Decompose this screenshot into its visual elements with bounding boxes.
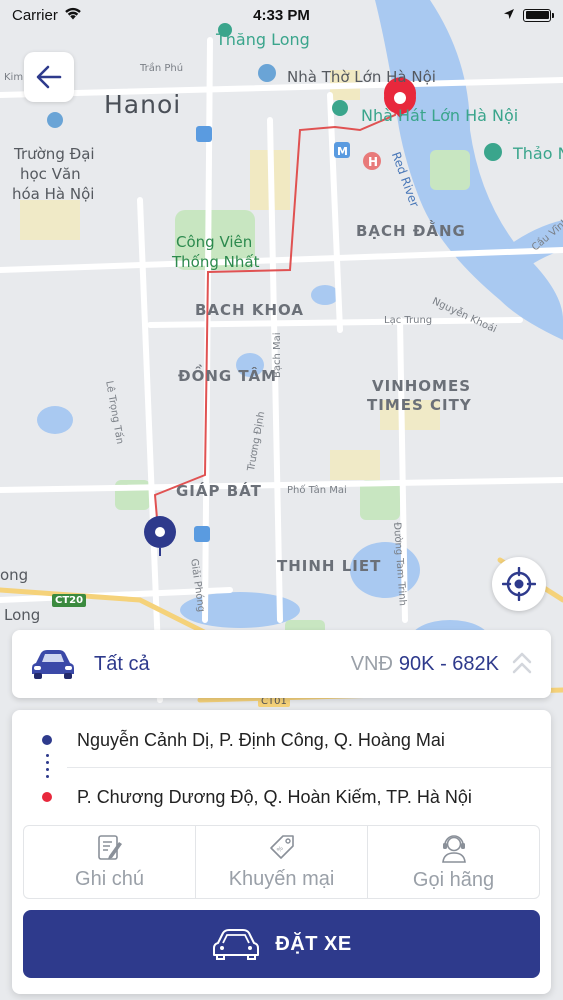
map-poi-nha-hat: Nhà Hát Lớn Hà Nội [361,106,519,125]
map-street-lac-trung: Lạc Trung [384,315,433,326]
wifi-icon [64,7,82,24]
church-icon [258,64,276,82]
destination-dot-icon [42,792,52,802]
map-district-vinhomes: VINHOMES [372,377,472,395]
promo-button[interactable]: % Khuyến mại [195,826,367,898]
destination-address: P. Chương Dương Độ, Q. Hoàn Kiếm, TP. Hà… [77,786,472,807]
svg-text:%: % [275,844,284,853]
origin-address-row[interactable]: Nguyễn Cảnh Dị, P. Định Công, Q. Hoàng M… [12,712,551,768]
vehicle-type-selector[interactable]: Tất cả VNĐ 90K - 682K [12,630,551,698]
status-bar: Carrier 4:33 PM [0,0,563,30]
price-estimate: VNĐ 90K - 682K [351,653,499,676]
trip-actions: Ghi chú % Khuyến mại Gọi hãng [23,825,540,899]
bus-stop-icon [196,126,212,142]
location-arrow-icon [503,7,515,24]
map-poi-cong-vien-1: Công Viên [176,233,253,251]
destination-address-row[interactable]: P. Chương Dương Độ, Q. Hoàn Kiếm, TP. Hà… [12,769,551,825]
origin-dot-icon [42,735,52,745]
book-ride-label: ĐẶT XE [275,932,352,955]
back-arrow-icon [36,65,62,89]
trip-panel: Nguyễn Cảnh Dị, P. Định Công, Q. Hoàng M… [12,710,551,994]
support-agent-icon [441,834,466,863]
car-outline-icon [213,929,260,960]
battery-icon [523,8,554,22]
map-street-bach-mai: Bạch Mai [272,332,283,378]
car-icon [32,650,74,679]
map-road-ct20: CT20 [52,594,87,607]
vehicle-type-label: Tất cả [94,652,150,675]
metro-icon: M [334,142,350,158]
book-ride-button[interactable]: ĐẶT XE [23,910,540,978]
call-operator-button[interactable]: Gọi hãng [367,826,539,898]
hospital-icon: H [363,152,381,170]
chevron-up-icon [512,652,532,674]
park-icon [484,143,502,161]
map-poi-thang-long: Thăng Long [216,30,310,49]
map-district-thinh-liet: THINH LIET [277,557,382,575]
map-street-pho-tan-mai: Phố Tân Mai [287,485,347,496]
currency-label: VNĐ [350,652,393,675]
map-district-times-city: TIMES CITY [367,396,472,414]
origin-address: Nguyễn Cảnh Dị, P. Định Công, Q. Hoàng M… [77,729,445,750]
map-poi-long-2: Long [4,606,41,624]
promo-label: Khuyến mại [228,867,335,890]
promo-tag-icon: % [269,834,294,859]
locate-me-button[interactable] [492,557,546,611]
map-poi-truong-3: hóa Hà Nội [12,185,95,203]
map-city-label: Hanoi [104,90,182,119]
map-poi-nha-tho: Nhà Thờ Lớn Hà Nội [287,68,436,86]
svg-text:M: M [337,145,348,158]
map-district-dong-tam: ĐỒNG TÂM [178,367,278,385]
svg-text:H: H [368,155,378,169]
carrier-label: Carrier [12,6,58,24]
call-label: Gọi hãng [412,868,495,891]
note-label: Ghi chú [75,867,144,890]
note-button[interactable]: Ghi chú [24,826,195,898]
bus-stop-icon-2 [194,526,210,542]
school-icon [47,112,63,128]
back-button[interactable] [24,52,74,102]
map-poi-truong-2: học Văn [20,165,81,183]
address-divider [67,767,551,768]
map-street-kim: Kim [4,72,24,83]
map-poi-truong-1: Trường Đại [14,145,95,163]
clock: 4:33 PM [253,6,310,24]
map-district-bach-khoa: BACH KHOA [195,301,304,319]
map-district-giap-bat: GIÁP BÁT [176,482,262,500]
map-street-tran-phu: Trần Phú [140,63,184,74]
map-poi-cong-vien-2: Thống Nhất [172,253,260,271]
map-poi-long-1: ong [0,566,29,584]
note-edit-icon [97,834,122,860]
locate-crosshair-icon [502,567,536,601]
price-range: 90K - 682K [398,652,499,675]
map-district-bach-dang: BẠCH ĐẰNG [356,222,466,240]
map-poi-thao: Thảo N [513,144,563,163]
theater-icon [332,100,348,116]
